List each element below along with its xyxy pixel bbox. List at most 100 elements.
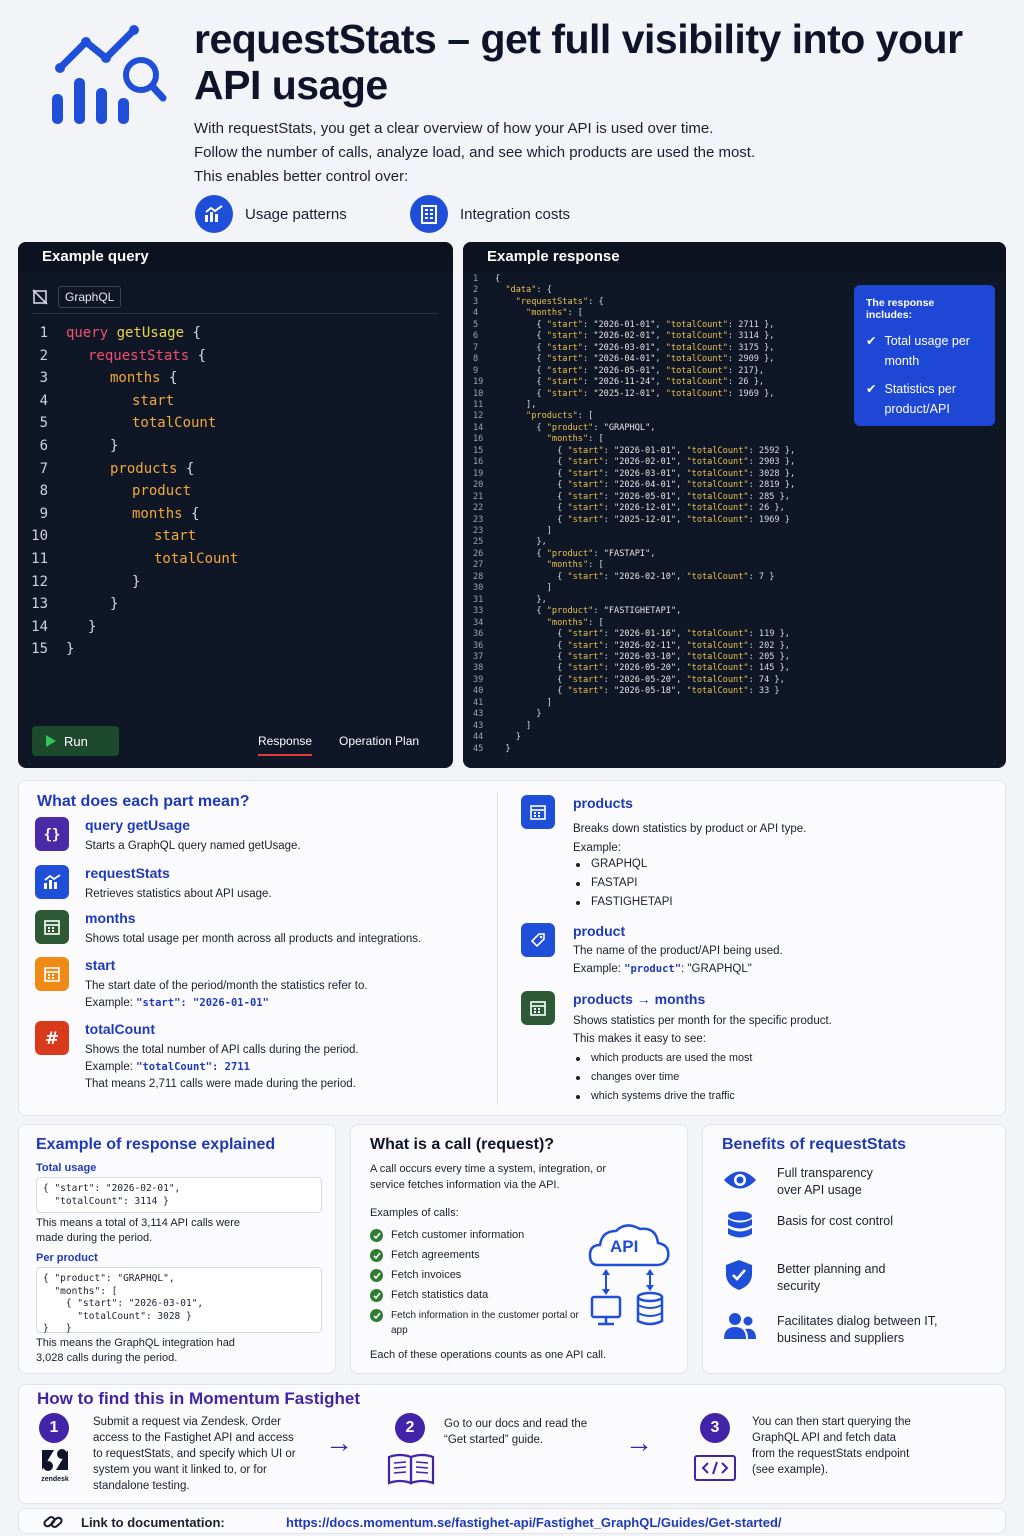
response-text: ], <box>495 399 537 410</box>
line-number: 2 <box>473 285 479 296</box>
response-text: { "start": "2026-01-01", "totalCount": 2… <box>495 319 775 330</box>
call-item-text: Fetch agreements <box>391 1249 480 1261</box>
check-circle-icon <box>370 1269 383 1282</box>
response-line: 37 { "start": "2026-03-10", "totalCount"… <box>473 652 795 663</box>
response-line: 39 { "start": "2026-05-20", "totalCount"… <box>473 675 795 686</box>
intro-text: With requestStats, you get a clear overv… <box>194 117 994 189</box>
callout-item-text: Statistics per product/API <box>884 382 957 416</box>
hash-icon: # <box>35 1021 69 1055</box>
part-title: totalCount <box>85 1021 155 1037</box>
response-text: { "product": "FASTAPI", <box>495 548 656 559</box>
divider <box>497 793 498 1105</box>
response-text: { "start": "2026-03-01", "totalCount": 3… <box>495 342 775 353</box>
line-number: 11 <box>31 550 48 567</box>
callout-item: ✔ Statistics per product/API <box>866 379 983 419</box>
call-item: Fetch statistics data <box>370 1288 585 1303</box>
part-desc: The start date of the period/month the s… <box>85 980 368 992</box>
response-text: { "start": "2026-03-01", "totalCount": 3… <box>495 468 796 479</box>
code-line: 11 totalCount <box>22 548 238 571</box>
benefit-text: Better planning and security <box>777 1262 886 1293</box>
query-editor[interactable]: 1 query getUsage {2 requestStats {3 months … <box>18 322 453 672</box>
response-text: "data": { <box>505 285 552 296</box>
language-badge: GraphQL <box>58 286 122 308</box>
line-number: 36 <box>473 629 484 640</box>
part-title: product <box>573 923 626 939</box>
list-item: which systems drive the traffic <box>573 1087 752 1106</box>
part-title: requestStats <box>85 865 170 881</box>
line-number: 14 <box>473 422 484 433</box>
calendar-icon <box>521 795 555 829</box>
response-line: 5 { "start": "2026-01-01", "totalCount":… <box>473 320 795 331</box>
line-number: 40 <box>473 686 484 697</box>
line-number: 12 <box>31 573 48 590</box>
api-label: API <box>610 1237 639 1256</box>
language-selector[interactable]: GraphQL <box>32 286 122 308</box>
line-number: 43 <box>473 709 484 720</box>
check-icon: ✔ <box>866 334 877 348</box>
call-item: Fetch agreements <box>370 1248 585 1263</box>
response-text: { "start": "2026-05-01", "totalCount": 2… <box>495 365 765 376</box>
code-token: query <box>66 325 117 341</box>
line-number: 10 <box>31 528 48 545</box>
code-token: months <box>132 505 192 522</box>
callout-item-text: Total usage per month <box>884 334 970 368</box>
check-circle-icon <box>370 1229 383 1242</box>
part-title: months <box>85 910 136 926</box>
step-number: 3 <box>700 1413 730 1443</box>
code-line: 14} <box>22 616 238 639</box>
database-icon <box>727 1211 753 1248</box>
tab-response[interactable]: Response <box>258 734 313 756</box>
line-number: 7 <box>39 460 48 477</box>
call-item: Fetch information in the customer portal… <box>370 1308 585 1338</box>
response-line: 2 "data": { <box>473 285 795 296</box>
code-token: start <box>154 528 197 545</box>
code-token: months <box>110 370 170 387</box>
svg-text:#: # <box>45 1029 59 1047</box>
call-footer: Each of these operations counts as one A… <box>370 1349 607 1361</box>
line-number: 1 <box>473 274 479 284</box>
line-number: 21 <box>473 491 484 502</box>
query-code: 1 query getUsage {2 requestStats {3 months … <box>18 322 238 661</box>
call-item-text: Fetch invoices <box>391 1269 462 1281</box>
response-line: 30 ] <box>473 583 795 594</box>
intro-line: With requestStats, you get a clear overv… <box>194 120 714 137</box>
call-title: What is a call (request)? <box>370 1136 555 1153</box>
part-desc: Starts a GraphQL query named getUsage. <box>85 840 301 852</box>
line-number: 11 <box>473 399 484 410</box>
response-text: { "start": "2026-05-18", "totalCount": 3… <box>495 686 780 697</box>
response-line: 27 "months": [ <box>473 560 795 571</box>
response-text: } <box>495 732 521 743</box>
line-number: 37 <box>473 651 484 662</box>
list-item: which products are used the most <box>573 1049 752 1068</box>
calendar-icon <box>35 957 69 991</box>
response-text: { "start": "2026-02-11", "totalCount": 2… <box>495 640 790 651</box>
link-icon <box>43 1513 63 1536</box>
line-number: 43 <box>473 720 484 731</box>
query-panel-title: Example query <box>18 242 453 272</box>
call-item-text: Fetch statistics data <box>391 1289 489 1301</box>
line-number: 19 <box>473 377 484 388</box>
line-number: 27 <box>473 560 484 571</box>
list-item: changes over time <box>573 1068 752 1087</box>
run-button[interactable]: Run <box>32 726 119 756</box>
tab-operation-plan[interactable]: Operation Plan <box>339 734 419 748</box>
tag-icon <box>521 923 555 957</box>
response-line: 40 { "start": "2026-05-18", "totalCount"… <box>473 686 795 697</box>
line-number: 45 <box>473 743 484 754</box>
call-item-text: Fetch information in the customer portal… <box>391 1310 579 1336</box>
per-code-block: { "product": "GRAPHQL", "months": [ { "s… <box>36 1267 322 1334</box>
code-line: 3 months { <box>22 367 238 390</box>
response-line: 45 } <box>473 744 795 755</box>
line-number: 6 <box>39 437 48 454</box>
part-title: products <box>573 795 633 811</box>
line-number: 10 <box>473 388 484 399</box>
line-number: 9 <box>39 505 48 522</box>
explained-card: Example of response explained Total usag… <box>18 1124 336 1374</box>
response-text: } <box>495 709 542 720</box>
svg-text:{}: {} <box>44 827 61 843</box>
doc-link[interactable]: https://docs.momentum.se/fastighet-api/F… <box>286 1515 782 1530</box>
code-token: { <box>192 325 201 341</box>
response-text: { "start": "2025-12-01", "totalCount": 1… <box>495 388 775 399</box>
response-line: 12 "products": [ <box>473 411 795 422</box>
response-line: 1{ <box>473 274 795 285</box>
